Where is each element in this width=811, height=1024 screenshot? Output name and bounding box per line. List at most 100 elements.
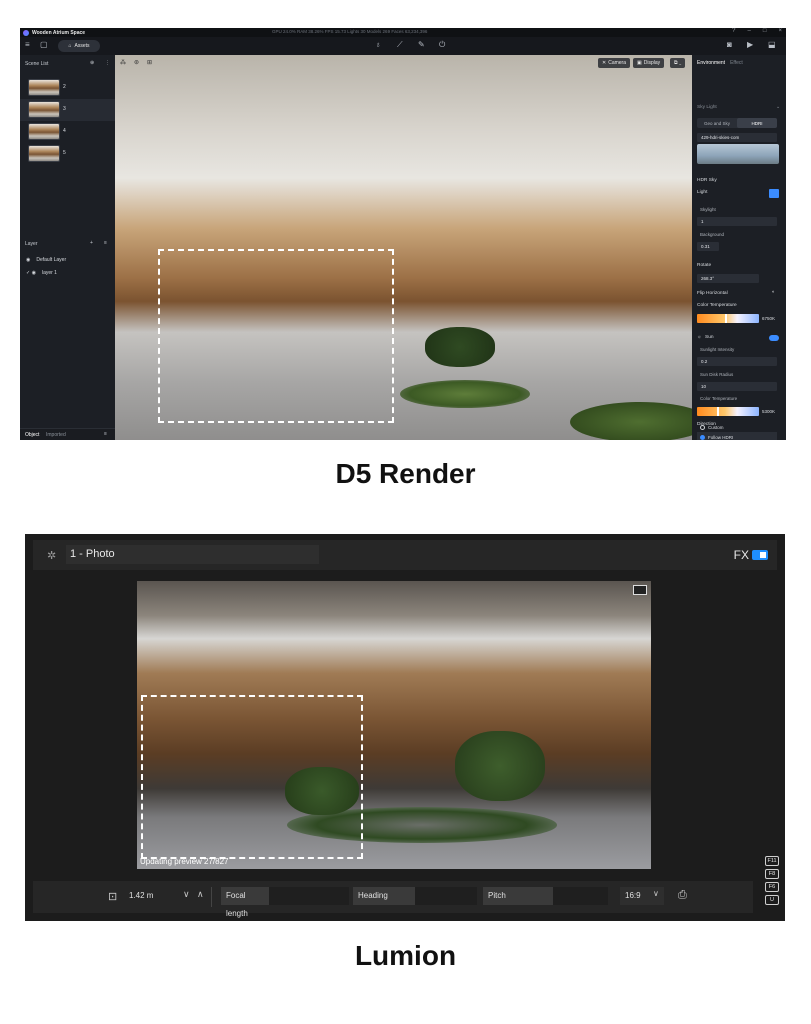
export-icon[interactable]: ⬓ — [768, 40, 776, 49]
scene-item[interactable]: 5 — [20, 143, 115, 165]
left-panel: Scene List ⊕ ⋮ 2 3 4 5 Layer + ≡ ◉ Defau… — [20, 55, 115, 440]
tab-environment[interactable]: Environment — [697, 60, 725, 66]
layer-name: layer 1 — [41, 270, 57, 276]
skylight-input[interactable]: 1 — [697, 217, 777, 226]
camera-icon[interactable]: ◙ — [727, 40, 732, 49]
project-name: Wooden Atrium Space — [32, 29, 86, 36]
display-button-label: Display — [643, 60, 661, 66]
seg-hdri[interactable]: HDRI — [737, 118, 777, 128]
chevron-down-icon[interactable]: ∨ — [653, 889, 659, 898]
rotate-label: Rotate — [697, 263, 712, 268]
fx-toggle[interactable] — [752, 550, 768, 560]
sun-color-temp-slider[interactable] — [697, 407, 759, 416]
scene-thumbnail — [28, 79, 60, 96]
close-icon[interactable]: × — [778, 28, 782, 34]
scene-item[interactable]: 3 — [20, 99, 115, 121]
sunlight-intensity-label: Sunlight Intensity — [700, 347, 735, 352]
file-icon[interactable]: ▢ — [40, 40, 48, 49]
scene-thumbnail — [28, 123, 60, 140]
save-photo-icon[interactable]: ⎙ — [678, 889, 687, 902]
view-options-button[interactable]: ⧉ ⌄ — [670, 58, 686, 68]
axis-icon[interactable]: ⁂ — [120, 59, 126, 66]
pitch-field[interactable]: Pitch — [483, 887, 553, 905]
sun-toggle[interactable] — [769, 335, 779, 341]
slider-handle[interactable] — [725, 314, 727, 323]
light-icon[interactable]: ♁ — [375, 40, 381, 49]
measure-icon[interactable]: ⟋ — [397, 40, 403, 50]
video-icon[interactable]: ▶ — [747, 40, 753, 49]
hotkey-f11[interactable]: F11 — [765, 856, 779, 866]
minimize-icon[interactable]: – — [748, 28, 751, 34]
lumion-window: ✲ 1 - Photo FX Updating preview 27/827 ⊡… — [25, 534, 785, 921]
layer-menu-icon[interactable]: ≡ — [104, 240, 107, 246]
d5-titlebar: Wooden Atrium Space GPU 24.0% RAM 38.26%… — [20, 28, 786, 37]
rotate-value: 268.3° — [701, 276, 715, 281]
scene-item[interactable]: 4 — [20, 121, 115, 143]
flip-toggle-icon[interactable]: ◐ — [772, 290, 775, 295]
assets-button[interactable]: ⌂ Assets — [58, 40, 100, 52]
frame-icon[interactable] — [633, 585, 647, 595]
help-icon[interactable]: ? — [732, 28, 735, 34]
display-button[interactable]: ▣ Display — [633, 58, 665, 68]
focal-length-field[interactable]: Focal length — [221, 887, 269, 918]
seg-geo-sky[interactable]: Geo and Sky — [697, 118, 737, 128]
hotkey-u[interactable]: U — [765, 895, 779, 905]
camera-height-value: 1.42 m — [129, 891, 154, 900]
chevron-down-icon[interactable]: ∨ — [183, 889, 190, 900]
brush-icon[interactable]: ✎ — [418, 40, 425, 49]
chevron-up-icon[interactable]: ∧ — [197, 889, 204, 900]
grid-icon[interactable]: ⊞ — [147, 59, 152, 66]
follow-hdri-option[interactable]: Follow HDRI — [697, 432, 777, 440]
add-layer-icon[interactable]: + — [90, 240, 93, 246]
scene-number: 5 — [63, 150, 66, 156]
sky-color-temp-slider[interactable] — [697, 314, 759, 323]
d5-viewport[interactable]: ⁂ ⊛ ⊞ ✕ Camera ▣ Display ⧉ ⌄ — [115, 55, 692, 440]
heading-field[interactable]: Heading — [353, 887, 415, 905]
tab-object[interactable]: Object — [25, 432, 39, 438]
pitch-slider[interactable] — [553, 887, 608, 905]
add-scene-icon[interactable]: ⊕ — [90, 60, 94, 66]
rotate-input[interactable]: 268.3° — [697, 274, 759, 283]
maximize-icon[interactable]: □ — [763, 28, 767, 34]
hotkey-f6[interactable]: F6 — [765, 882, 779, 892]
scene-item[interactable]: 2 — [20, 77, 115, 99]
sun-disk-input[interactable]: 10 — [697, 382, 777, 391]
scene-number: 3 — [63, 106, 66, 112]
power-icon[interactable]: ⏻ — [439, 40, 445, 50]
lumion-viewport[interactable]: Updating preview 27/827 — [137, 581, 651, 869]
lumion-topbar: ✲ 1 - Photo FX — [33, 540, 777, 570]
light-toggle-icon[interactable] — [769, 189, 779, 198]
skylight-label: Skylight — [700, 207, 716, 212]
home-icon: ⌂ — [68, 43, 72, 49]
focal-length-slider[interactable] — [269, 887, 349, 905]
check-icon[interactable]: ✓ ◉ — [26, 270, 36, 276]
hdri-select[interactable]: 429-hdri-skies-com — [697, 133, 777, 142]
photo-title-field[interactable]: 1 - Photo — [66, 545, 319, 564]
camera-button[interactable]: ✕ Camera — [598, 58, 630, 68]
sun-icon: ☼ — [697, 335, 702, 340]
hotkey-f8[interactable]: F8 — [765, 869, 779, 879]
right-panel-tabs: Environment Effect — [697, 60, 743, 66]
more-icon[interactable]: ⋮ — [105, 60, 110, 66]
custom-option[interactable]: Custom — [697, 422, 777, 432]
gizmo-icon[interactable]: ⊛ — [134, 59, 139, 66]
radio-selected-icon — [700, 434, 705, 440]
visibility-icon[interactable]: ◉ — [26, 257, 30, 263]
layer-row[interactable]: ◉ Default Layer — [26, 257, 66, 263]
layer-row[interactable]: ✓ ◉ layer 1 — [26, 270, 57, 276]
chevron-down-icon[interactable]: ⌄ — [776, 105, 780, 110]
hdr-sky-label: HDR Sky — [697, 178, 717, 183]
menu-icon[interactable]: ≡ — [25, 40, 30, 49]
tab-effect[interactable]: Effect — [730, 60, 743, 66]
background-input[interactable]: 0.31 — [697, 242, 719, 251]
tab-imported[interactable]: Imported — [46, 432, 66, 438]
hdri-thumbnail[interactable] — [697, 144, 779, 164]
sunlight-input[interactable]: 0.2 — [697, 357, 777, 366]
slider-handle[interactable] — [717, 407, 719, 416]
photo-mode-icon[interactable]: ✲ — [47, 549, 56, 562]
tree-crown — [455, 731, 545, 801]
d5-toolbar: ≡ ▢ ⌂ Assets ♁ ⟋ ✎ ⏻ ◙ ▶ ⬓ — [20, 37, 786, 55]
footer-menu-icon[interactable]: ≡ — [104, 431, 107, 437]
heading-slider[interactable] — [415, 887, 477, 905]
sky-kelvin-value: 6750K — [762, 316, 776, 321]
